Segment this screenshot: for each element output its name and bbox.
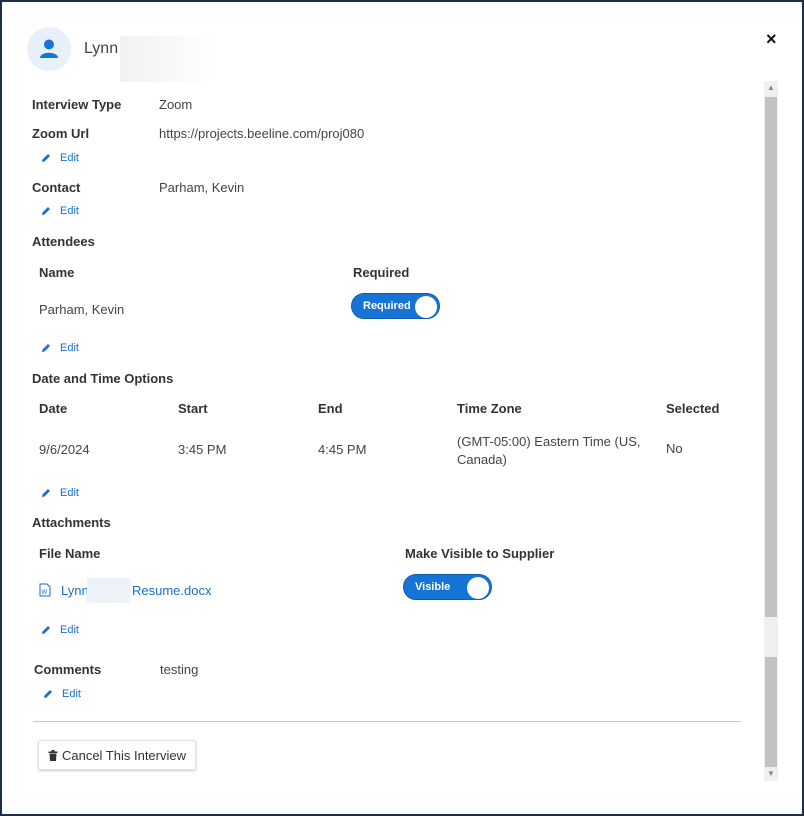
end-cell: 4:45 PM (318, 442, 367, 457)
divider (33, 721, 741, 722)
selected-col-header: Selected (666, 401, 720, 416)
date-cell: 9/6/2024 (39, 442, 90, 457)
visible-toggle-label: Visible (415, 581, 451, 593)
scroll-up-icon[interactable]: ▲ (764, 81, 778, 95)
attendees-col-name: Name (39, 265, 75, 280)
svg-text:W: W (42, 590, 48, 596)
interview-type-label: Interview Type (32, 97, 122, 112)
edit-label: Edit (62, 688, 81, 700)
scrollbar-thumb[interactable] (765, 97, 777, 617)
trash-icon (48, 749, 58, 761)
attendee-name: Parham, Kevin (39, 302, 125, 317)
avatar (27, 27, 71, 71)
redacted-name-block (120, 36, 218, 82)
attendees-col-required: Required (353, 265, 410, 280)
end-col-header: End (318, 401, 343, 416)
contact-edit-link[interactable]: Edit (41, 205, 79, 217)
cancel-interview-label: Cancel This Interview (61, 747, 187, 763)
user-icon (40, 39, 58, 58)
edit-label: Edit (60, 624, 79, 636)
toggle-knob (415, 296, 437, 318)
visible-col-header: Make Visible to Supplier (405, 546, 555, 561)
edit-label: Edit (60, 342, 79, 354)
required-toggle-label: Required (363, 300, 411, 312)
attachments-label: Attachments (32, 515, 111, 530)
file-name-col-header: File Name (39, 546, 101, 561)
pencil-icon (42, 207, 50, 215)
attachments-edit-link[interactable]: Edit (41, 624, 79, 636)
zoom-url-edit-link[interactable]: Edit (41, 152, 79, 164)
pencil-icon (42, 344, 50, 352)
attachment-file-prefix[interactable]: Lynn (61, 583, 89, 598)
redacted-file-block (87, 578, 131, 603)
cancel-interview-button[interactable]: Cancel This Interview (38, 740, 196, 770)
required-toggle[interactable]: Required (351, 293, 440, 319)
selected-cell: No (666, 441, 683, 456)
date-time-label: Date and Time Options (32, 371, 174, 386)
visible-toggle[interactable]: Visible (403, 574, 492, 600)
edit-label: Edit (60, 152, 79, 164)
pencil-icon (44, 690, 52, 698)
toggle-knob (467, 577, 489, 599)
word-doc-icon: W (39, 583, 51, 602)
attachment-file-link[interactable]: Resume.docx (132, 583, 211, 598)
close-icon[interactable]: × (766, 30, 777, 48)
date-col-header: Date (39, 401, 68, 416)
attendees-label: Attendees (32, 234, 95, 249)
pencil-icon (42, 626, 50, 634)
attendees-edit-link[interactable]: Edit (41, 342, 79, 354)
date-time-edit-link[interactable]: Edit (41, 487, 79, 499)
contact-label: Contact (32, 180, 81, 195)
start-col-header: Start (178, 401, 208, 416)
timezone-cell: (GMT-05:00) Eastern Time (US, Canada) (457, 434, 641, 467)
edit-label: Edit (60, 487, 79, 499)
pencil-icon (42, 489, 50, 497)
zoom-url-value: https://projects.beeline.com/proj080 (159, 126, 365, 141)
pencil-icon (42, 154, 50, 162)
scrollbar-thumb-lower[interactable] (765, 657, 777, 767)
comments-label: Comments (34, 662, 102, 677)
interview-type-value: Zoom (159, 97, 193, 112)
start-cell: 3:45 PM (178, 442, 227, 457)
contact-value: Parham, Kevin (159, 180, 245, 195)
candidate-name: Lynn (84, 40, 119, 57)
zoom-url-label: Zoom Url (32, 126, 90, 141)
timezone-col-header: Time Zone (457, 401, 522, 416)
comments-edit-link[interactable]: Edit (43, 688, 81, 700)
edit-label: Edit (60, 205, 79, 217)
scroll-down-icon[interactable]: ▼ (764, 767, 778, 781)
comments-value: testing (160, 662, 199, 677)
